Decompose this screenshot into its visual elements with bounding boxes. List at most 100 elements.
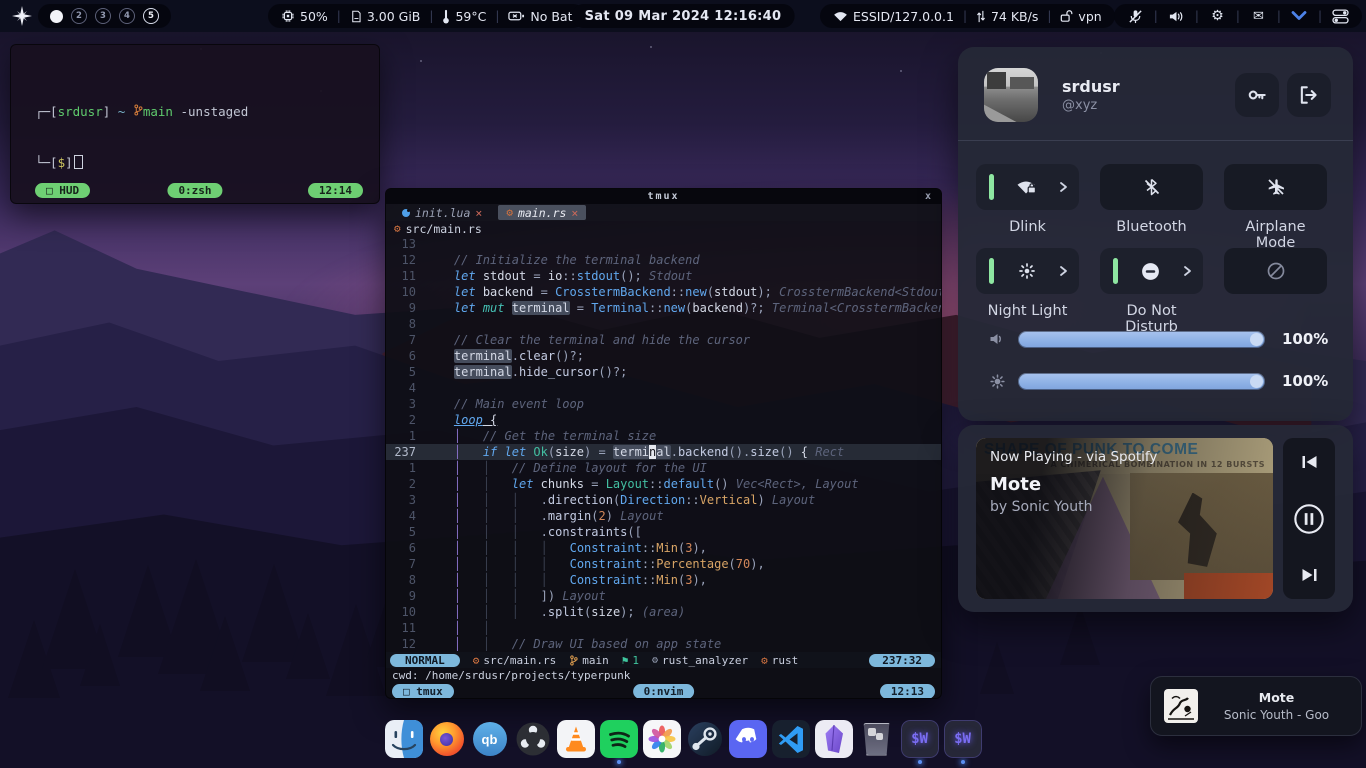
chevron-right-icon[interactable] (1059, 181, 1068, 193)
trash-icon[interactable] (858, 720, 896, 758)
brightness-value: 100% (1282, 372, 1328, 390)
sw-app-1-icon[interactable]: $W (901, 720, 939, 758)
toggle-wifi-lock[interactable] (976, 164, 1079, 210)
editor-window[interactable]: tmux x init.lua × ⚙ main.rs × ⚙ src/main… (385, 188, 942, 699)
rust-icon: ⚙ (506, 206, 513, 219)
clock[interactable]: Sat 09 Mar 2024 12:16:40 (572, 4, 795, 28)
tmux-window[interactable]: 0:nvim (633, 684, 695, 699)
toggle-airplane-off[interactable] (1224, 164, 1327, 210)
brightness-slider-row: 100% (958, 370, 1353, 392)
dock-item-sw-app-2[interactable]: $W (944, 720, 982, 766)
launcher-star-icon[interactable] (12, 6, 32, 26)
dock-item-spotify[interactable] (600, 720, 638, 766)
track-title: Mote (990, 474, 1041, 495)
workspace-5[interactable]: 5 (143, 8, 159, 24)
chevron-right-icon[interactable] (1183, 265, 1192, 277)
key-button[interactable] (1235, 73, 1279, 117)
dock-item-obs[interactable] (514, 720, 552, 766)
code-line: 4 │ │ │ .margin(2) Layout (386, 508, 941, 524)
cursor-position: 237:32 (869, 654, 935, 667)
toggle-blocked[interactable] (1224, 248, 1327, 294)
system-tray: | | ⚙ | ✉ | | (1114, 4, 1362, 28)
volume-value: 100% (1282, 330, 1328, 348)
tab-close-icon[interactable]: × (475, 206, 482, 220)
obs-icon[interactable] (514, 720, 552, 758)
volume-slider[interactable] (1018, 331, 1265, 348)
network-status[interactable]: ESSID/127.0.0.1 | 74 KB/s | vpn (820, 4, 1115, 28)
logout-button[interactable] (1287, 73, 1331, 117)
dock-item-discord[interactable] (729, 720, 767, 766)
avatar[interactable] (984, 68, 1038, 122)
brightness-gear-icon[interactable]: ⚙ (1209, 8, 1226, 25)
dock-item-obsidian[interactable] (815, 720, 853, 766)
workspace-2[interactable]: 2 (71, 8, 87, 24)
toggle-cell-airplane-mode: Airplane Mode (1224, 164, 1327, 237)
workspace-switcher[interactable]: 2345 (38, 4, 171, 28)
updates-chevron-icon[interactable] (1291, 8, 1308, 25)
toggle-label: Airplane Mode (1224, 219, 1327, 237)
tab-main-rs[interactable]: ⚙ main.rs × (498, 205, 586, 220)
dock-item-firefox[interactable] (428, 720, 466, 766)
workspace-3[interactable]: 3 (95, 8, 111, 24)
dock-item-file-manager[interactable] (385, 720, 423, 766)
system-stats[interactable]: 50% | 3.00 GiB | 59°C | No Bat (268, 4, 585, 28)
statusline-branch: main (569, 654, 609, 667)
next-icon (1300, 567, 1319, 583)
divider (958, 140, 1353, 141)
close-icon[interactable]: x (925, 191, 931, 202)
dock-item-vlc[interactable] (557, 720, 595, 766)
microphone-muted-icon[interactable] (1127, 8, 1144, 25)
tab-init-lua[interactable]: init.lua × (394, 205, 490, 220)
code-line: 3 │ │ │ .direction(Direction::Vertical) … (386, 492, 941, 508)
code-line: 11 let stdout = io::stdout(); Stdout (386, 268, 941, 284)
photos-icon[interactable] (643, 720, 681, 758)
separator: | (428, 9, 434, 23)
code-line: 6 │ │ │ │ Constraint::Min(3), (386, 540, 941, 556)
dock: qb $W$W (0, 720, 1366, 766)
pause-button[interactable] (1293, 503, 1325, 535)
dock-item-vscode[interactable] (772, 720, 810, 766)
editor-titlebar[interactable]: tmux x (386, 189, 941, 204)
do-not-disturb-icon (1118, 261, 1183, 282)
terminal-output: ┌─[srdusr] ~ main -unstaged └─[$] -- INS… (11, 45, 379, 204)
dock-item-qbittorrent[interactable]: qb (471, 720, 509, 766)
toggle-bluetooth-off[interactable] (1100, 164, 1203, 210)
toggle-night-light[interactable] (976, 248, 1079, 294)
album-art[interactable]: SHAPE OF PUNK TO COME A CHIMERICAL BOMBI… (976, 438, 1273, 599)
dock-item-trash[interactable] (858, 720, 896, 766)
airplane-off-icon (1224, 177, 1327, 197)
workspace-1[interactable] (50, 10, 63, 23)
firefox-icon[interactable] (428, 720, 466, 758)
volume-icon[interactable] (1168, 8, 1185, 25)
next-button[interactable] (1300, 567, 1319, 583)
dock-item-sw-app-1[interactable]: $W (901, 720, 939, 766)
media-controls (1283, 438, 1335, 599)
media-player-widget: SHAPE OF PUNK TO COME A CHIMERICAL BOMBI… (958, 425, 1353, 612)
obsidian-icon[interactable] (815, 720, 853, 758)
brightness-slider[interactable] (1018, 373, 1265, 390)
qbittorrent-icon[interactable]: qb (471, 720, 509, 758)
mail-icon[interactable]: ✉ (1250, 8, 1267, 25)
quick-settings-icon[interactable] (1332, 8, 1349, 25)
toggle-do-not-disturb[interactable] (1100, 248, 1203, 294)
tmux-window[interactable]: 0:zsh (167, 183, 222, 198)
chevron-right-icon[interactable] (1059, 265, 1068, 277)
tab-close-icon[interactable]: × (571, 206, 578, 220)
battery-stat: No Bat (508, 9, 572, 24)
tmux-session-name[interactable]: □ HUD (35, 183, 90, 198)
speaker-icon (986, 331, 1008, 347)
discord-icon[interactable] (729, 720, 767, 758)
spotify-icon[interactable] (600, 720, 638, 758)
sw-app-2-icon[interactable]: $W (944, 720, 982, 758)
dock-item-steam[interactable] (686, 720, 724, 766)
previous-button[interactable] (1300, 454, 1319, 470)
steam-icon[interactable] (686, 720, 724, 758)
vscode-icon[interactable] (772, 720, 810, 758)
dock-item-photos[interactable] (643, 720, 681, 766)
file-manager-icon[interactable] (385, 720, 423, 758)
terminal-window[interactable]: ┌─[srdusr] ~ main -unstaged └─[$] -- INS… (10, 44, 380, 204)
code-buffer[interactable]: 1312 // Initialize the terminal backend1… (386, 236, 941, 652)
vlc-icon[interactable] (557, 720, 595, 758)
tmux-session-name[interactable]: □ tmux (392, 684, 454, 699)
workspace-4[interactable]: 4 (119, 8, 135, 24)
